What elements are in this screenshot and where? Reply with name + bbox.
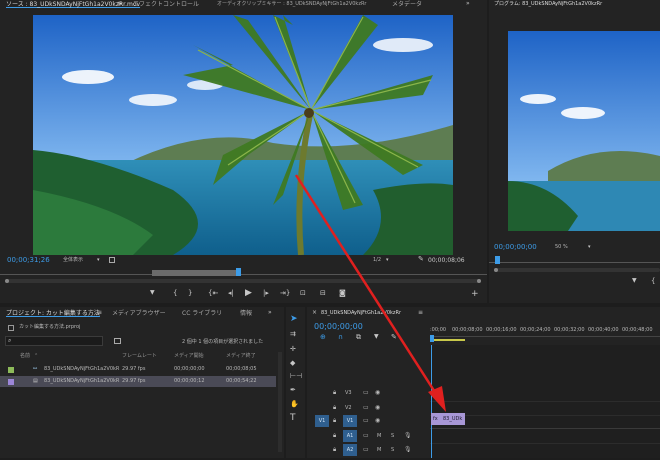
drag-annotation-arrow <box>294 174 446 412</box>
